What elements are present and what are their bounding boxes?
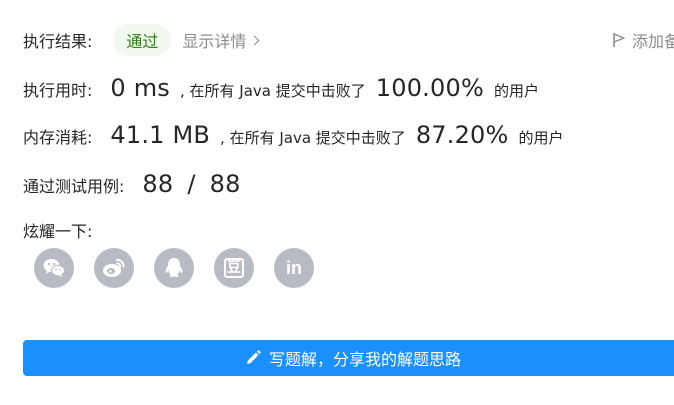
runtime-suffix: 的用户 (493, 82, 539, 100)
tests-label: 通过测试用例: (23, 177, 125, 196)
share-qq-button[interactable] (154, 248, 194, 288)
runtime-row: 执行用时: 0 ms , 在所有 Java 提交中击败了 100.00% 的用户 (23, 74, 539, 102)
add-note-label: 添加备 (632, 32, 674, 51)
tests-row: 通过测试用例: 88 / 88 (23, 170, 241, 198)
memory-suffix: 的用户 (518, 129, 564, 147)
result-row: 执行结果: 通过 显示详情 (23, 24, 260, 56)
submission-result-panel: 执行结果: 通过 显示详情 添加备 执行用时: 0 ms , 在所有 Java … (0, 0, 674, 405)
share-weibo-button[interactable] (94, 248, 134, 288)
memory-beat-text: , 在所有 Java 提交中击败了 (220, 129, 406, 147)
write-solution-button[interactable]: 写题解，分享我的解题思路 (23, 340, 674, 376)
status-badge: 通过 (114, 24, 171, 56)
runtime-label: 执行用时: (23, 81, 93, 100)
result-label: 执行结果: (23, 32, 93, 51)
share-linkedin-button[interactable]: in (274, 248, 314, 288)
memory-value: 41.1 MB (110, 121, 211, 149)
write-solution-label: 写题解，分享我的解题思路 (268, 350, 461, 369)
tests-separator: / (187, 170, 196, 198)
linkedin-icon: in (286, 257, 302, 278)
chevron-right-icon (249, 35, 260, 46)
memory-label: 内存消耗: (23, 128, 93, 147)
weibo-icon (103, 259, 125, 277)
share-label: 炫耀一下: (23, 222, 93, 241)
pencil-icon (246, 350, 261, 364)
share-buttons: 豆 in (34, 248, 334, 288)
show-details-label: 显示详情 (182, 32, 247, 51)
tests-passed: 88 (142, 170, 174, 198)
share-wechat-button[interactable] (34, 248, 74, 288)
memory-row: 内存消耗: 41.1 MB , 在所有 Java 提交中击败了 87.20% 的… (23, 121, 564, 149)
runtime-beat-text: , 在所有 Java 提交中击败了 (180, 82, 366, 100)
wechat-icon (43, 259, 65, 277)
share-douban-button[interactable]: 豆 (214, 248, 254, 288)
douban-icon: 豆 (224, 258, 244, 278)
qq-icon (165, 258, 183, 277)
runtime-percent: 100.00% (375, 74, 484, 102)
tests-total: 88 (209, 170, 241, 198)
runtime-value: 0 ms (110, 74, 170, 102)
add-note-button[interactable]: 添加备 (612, 28, 674, 52)
flag-icon (613, 33, 625, 47)
memory-percent: 87.20% (415, 121, 509, 149)
show-details-link[interactable]: 显示详情 (182, 28, 260, 52)
